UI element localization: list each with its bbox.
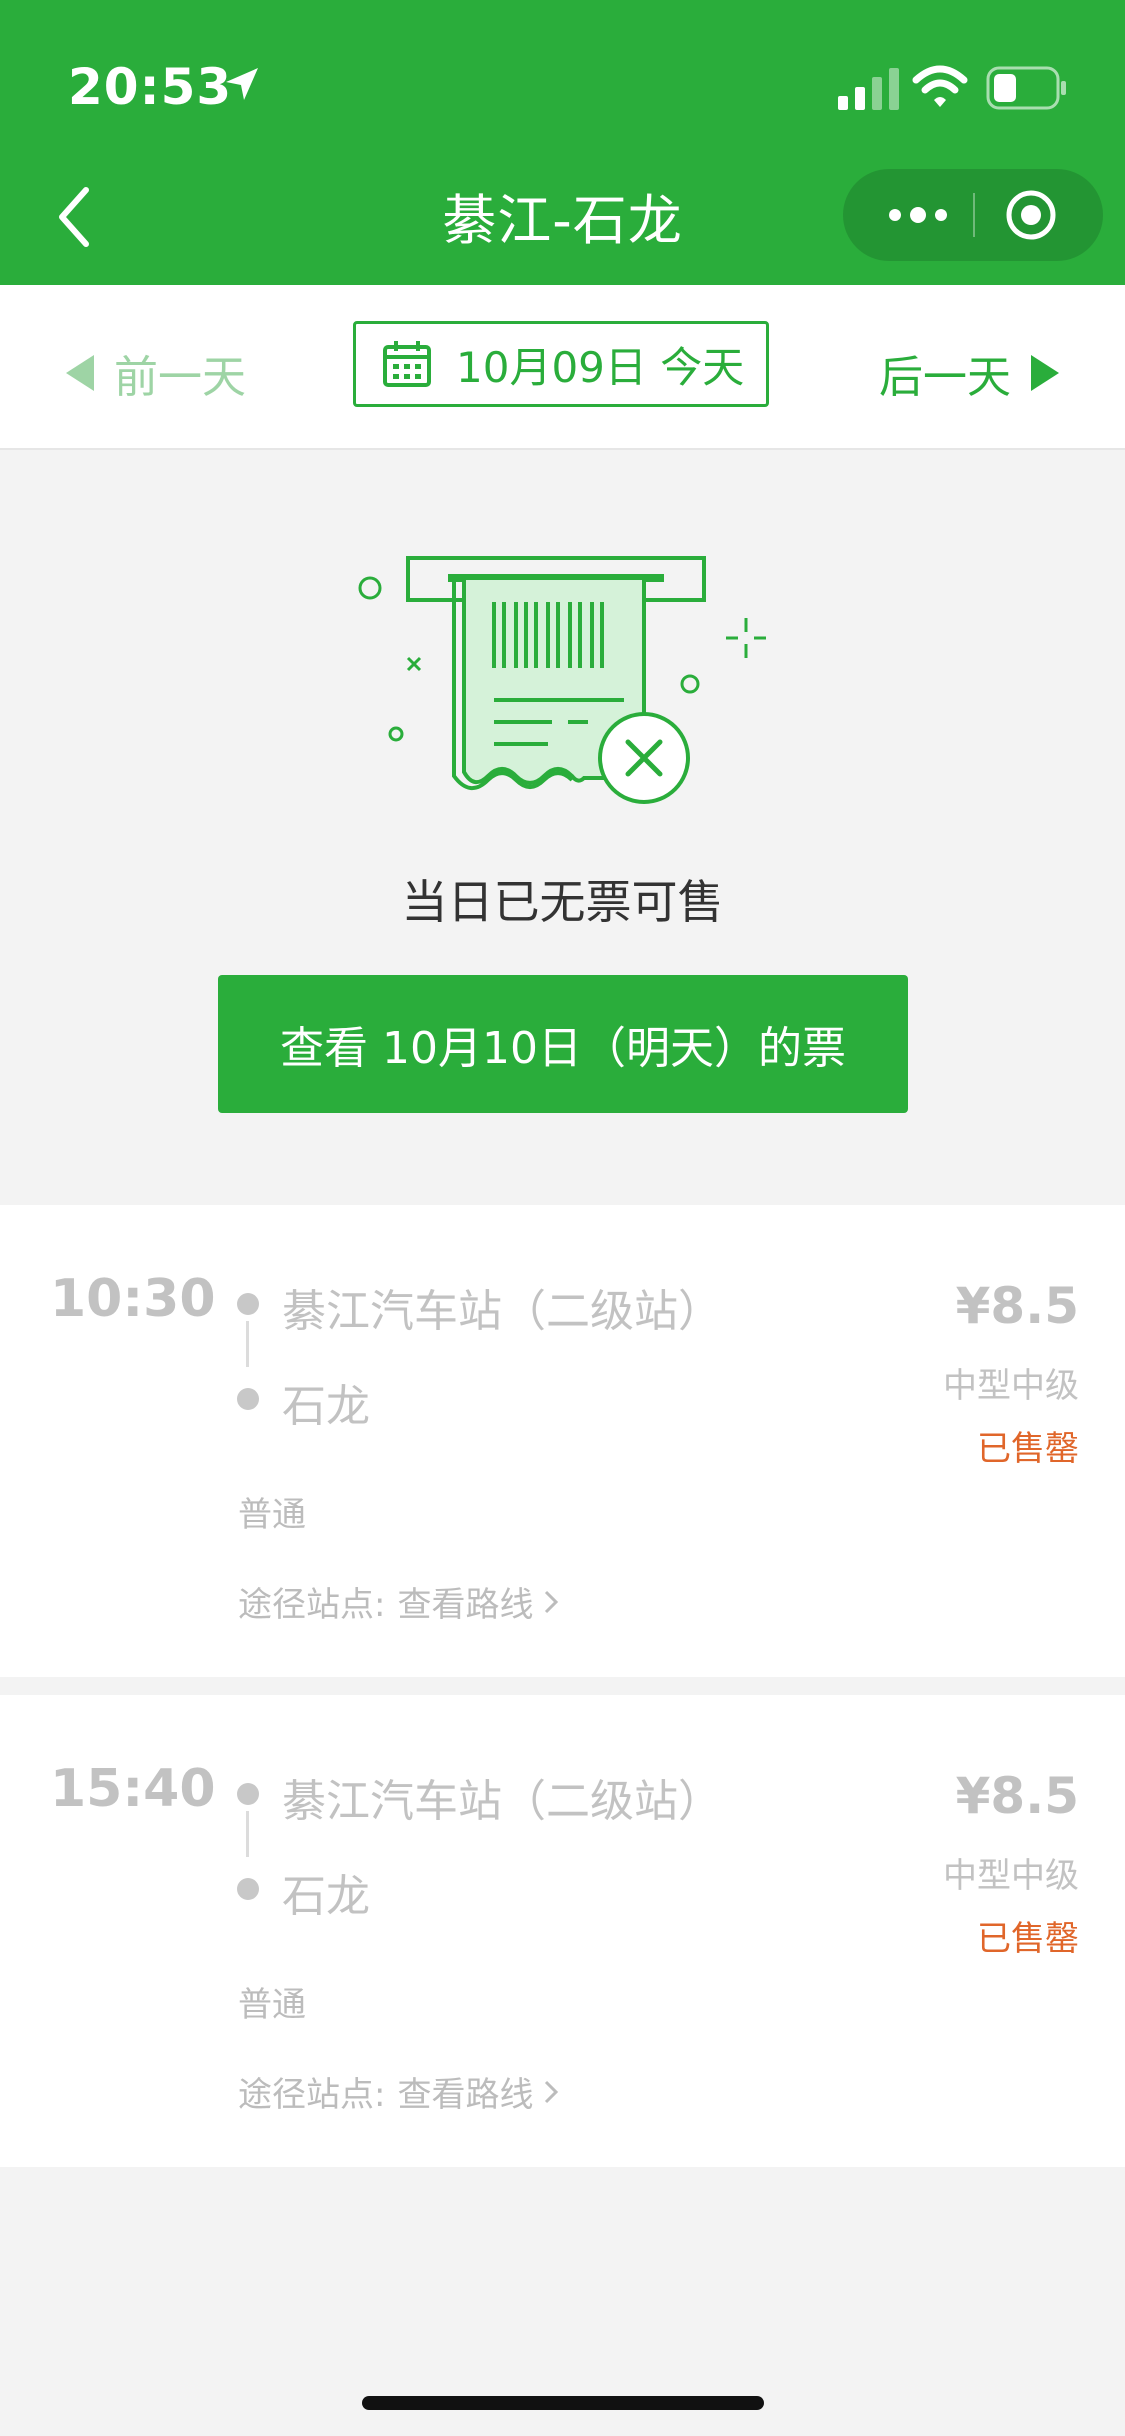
destination-station: 石龙 [282, 1871, 370, 1922]
status-time: 20:53 [68, 58, 233, 116]
chevron-right-icon [545, 1590, 559, 1613]
date-bar: 前一天 10月09日 今天 后一天 [0, 285, 1125, 450]
top-bar: 20:53 綦江-石龙 [0, 0, 1125, 285]
home-indicator[interactable] [362, 2396, 764, 2410]
signal-icon [838, 68, 899, 110]
view-tomorrow-button[interactable]: 查看 10月10日（明天）的票 [218, 975, 908, 1113]
next-day-label: 后一天 [879, 352, 1011, 403]
target-icon[interactable] [1005, 189, 1057, 241]
route-info: 途径站点: 查看路线 [238, 1577, 559, 1626]
empty-message: 当日已无票可售 [401, 875, 724, 929]
prev-day-button[interactable]: 前一天 [62, 341, 246, 405]
route-label: 途径站点: [238, 1585, 386, 1625]
trip-card[interactable]: 10:30 綦江汽车站（二级站） 石龙 ¥8.5 中型中级 已售罄 普通 途径站… [0, 1205, 1125, 1677]
ticket-empty-icon [358, 556, 766, 804]
date-label: 10月09日 今天 [456, 342, 745, 392]
chevron-right-icon [545, 2080, 559, 2103]
calendar-icon [383, 341, 431, 387]
next-day-button[interactable]: 后一天 [879, 341, 1063, 405]
view-route-link[interactable]: 查看路线 [397, 1577, 533, 1626]
origin-station: 綦江汽车站（二级站） [282, 1776, 722, 1827]
mini-program-capsule [843, 169, 1103, 261]
ticket-price: ¥8.5 [955, 1767, 1079, 1825]
route-line [246, 1811, 249, 1857]
triangle-left-icon [66, 355, 94, 391]
route-label: 途径站点: [238, 2075, 386, 2115]
bus-type: 中型中级 [943, 1366, 1079, 1406]
departure-time: 10:30 [50, 1269, 216, 1329]
destination-station: 石龙 [282, 1381, 370, 1432]
view-route-link[interactable]: 查看路线 [397, 2067, 533, 2116]
date-picker[interactable]: 10月09日 今天 [353, 321, 769, 407]
route-line [246, 1321, 249, 1367]
destination-dot [237, 1388, 259, 1410]
service-class: 普通 [238, 1495, 306, 1535]
bus-type: 中型中级 [943, 1856, 1079, 1896]
prev-day-label: 前一天 [114, 352, 246, 403]
service-class: 普通 [238, 1985, 306, 2025]
destination-dot [237, 1878, 259, 1900]
location-arrow-icon [226, 68, 258, 100]
route-info: 途径站点: 查看路线 [238, 2067, 559, 2116]
trip-card[interactable]: 15:40 綦江汽车站（二级站） 石龙 ¥8.5 中型中级 已售罄 普通 途径站… [0, 1695, 1125, 2167]
capsule-divider [973, 193, 975, 237]
wifi-icon [912, 65, 968, 107]
origin-dot [237, 1783, 259, 1805]
origin-station: 綦江汽车站（二级站） [282, 1286, 722, 1337]
more-icon[interactable] [883, 193, 953, 237]
triangle-right-icon [1031, 355, 1059, 391]
sold-out-badge: 已售罄 [977, 1919, 1079, 1959]
sold-out-badge: 已售罄 [977, 1429, 1079, 1469]
origin-dot [237, 1293, 259, 1315]
departure-time: 15:40 [50, 1759, 216, 1819]
ticket-price: ¥8.5 [955, 1277, 1079, 1335]
battery-icon [986, 66, 1066, 110]
